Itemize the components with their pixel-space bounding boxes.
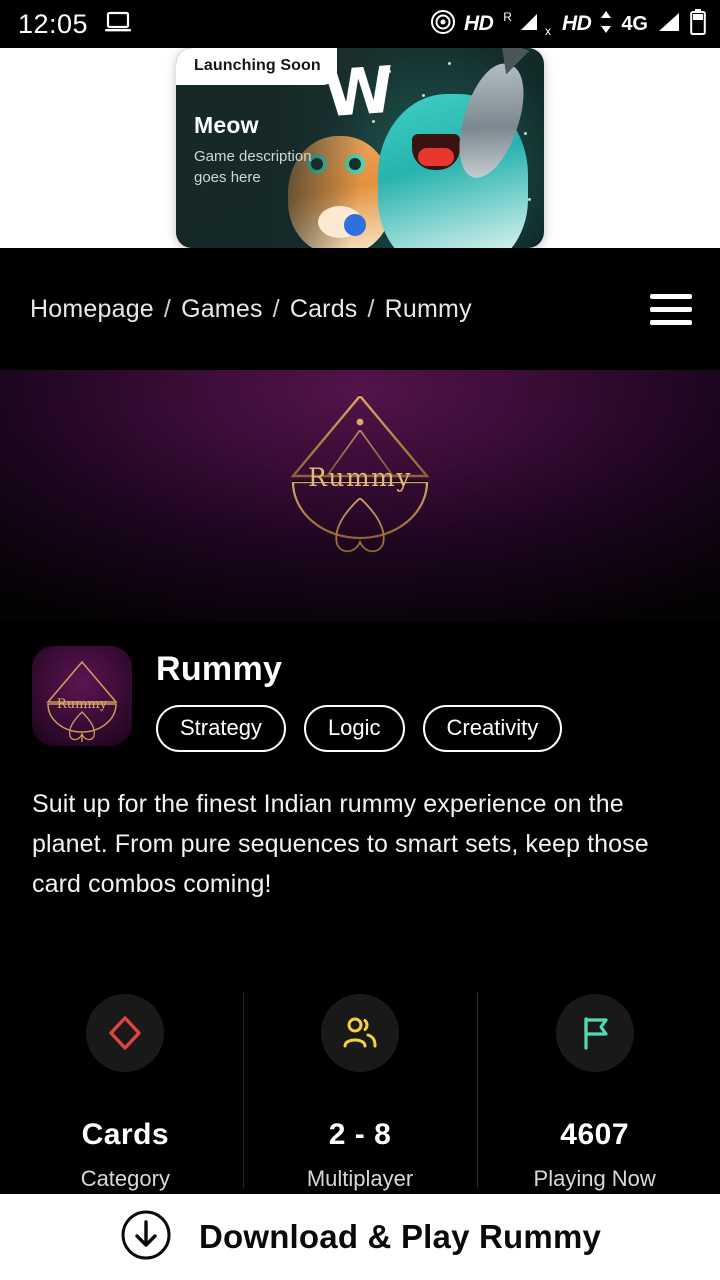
- app-icon: Rummy: [32, 646, 132, 746]
- app-description: Suit up for the finest Indian rummy expe…: [32, 790, 649, 898]
- signal-off-x: x: [544, 24, 551, 38]
- status-bar: 12:05 HD R x HD 4G: [0, 0, 720, 48]
- users-icon: [321, 994, 399, 1072]
- stat-category-label: Category: [80, 1166, 170, 1191]
- hd-icon-2: HD: [561, 12, 592, 35]
- blue-ball-illustration: [344, 214, 366, 236]
- breadcrumb-separator: /: [272, 294, 280, 323]
- signal-icon: [656, 11, 682, 38]
- download-circle-icon: [119, 1208, 173, 1267]
- svg-text:Rummy: Rummy: [57, 697, 108, 712]
- breadcrumb: Homepage / Games / Cards / Rummy: [30, 295, 472, 324]
- hero-banner: Rummy: [0, 370, 720, 622]
- tag-list: Strategy Logic Creativity: [156, 705, 563, 752]
- roaming-indicator: R: [503, 10, 512, 24]
- rummy-spade-logo: Rummy: [290, 394, 430, 564]
- laptop-icon: [104, 10, 132, 39]
- status-bar-right: HD R x HD 4G: [430, 8, 706, 40]
- signal-off-icon: [518, 11, 540, 38]
- download-play-label: Download & Play Rummy: [198, 1218, 602, 1255]
- promo-title: Meow: [194, 112, 259, 138]
- breadcrumb-item-homepage[interactable]: Homepage: [30, 295, 154, 324]
- page-title: Rummy: [156, 650, 283, 688]
- breadcrumb-item-cards[interactable]: Cards: [290, 295, 358, 324]
- data-arrows-icon: [599, 10, 613, 39]
- app-icon-spade-logo: Rummy: [46, 660, 118, 742]
- battery-icon: [690, 8, 706, 40]
- hd-icon-1: HD: [463, 12, 494, 35]
- breadcrumb-separator: /: [367, 294, 375, 323]
- breadcrumb-item-games[interactable]: Games: [181, 295, 263, 324]
- stats-row: Cards Category 2 - 8 Multiplayer 4607 Pl…: [0, 986, 720, 1192]
- promo-banner-strip: W Launching Soon Meow Game description g…: [0, 48, 720, 248]
- status-bar-left: 12:05: [18, 9, 132, 40]
- promo-card[interactable]: W Launching Soon Meow Game description g…: [176, 48, 544, 248]
- stat-multiplayer: 2 - 8 Multiplayer: [242, 986, 478, 1192]
- stat-playing-now-value: 4607: [560, 1118, 630, 1151]
- tag-logic[interactable]: Logic: [303, 705, 405, 752]
- breadcrumb-bar: Homepage / Games / Cards / Rummy: [0, 248, 720, 370]
- promo-description: Game description goes here: [194, 148, 312, 186]
- launching-soon-badge: Launching Soon: [176, 48, 337, 85]
- stat-playing-now: 4607 Playing Now: [477, 986, 712, 1192]
- stat-multiplayer-value: 2 - 8: [328, 1118, 392, 1151]
- network-type-label: 4G: [621, 12, 648, 35]
- stat-category: Cards Category: [8, 986, 243, 1192]
- flag-icon: [555, 994, 634, 1072]
- stat-category-value: Cards: [81, 1118, 170, 1151]
- diamond-suit-icon: [86, 994, 165, 1072]
- status-bar-clock: 12:05: [18, 8, 89, 39]
- svg-text:Rummy: Rummy: [308, 463, 412, 492]
- nfc-icon: [430, 9, 456, 40]
- app-meta: Rummy Strategy Logic Creativity: [156, 646, 563, 752]
- stat-playing-now-label: Playing Now: [533, 1166, 656, 1191]
- stat-multiplayer-label: Multiplayer: [306, 1166, 414, 1191]
- tag-creativity[interactable]: Creativity: [422, 705, 563, 752]
- hamburger-icon[interactable]: [650, 293, 692, 325]
- download-play-button[interactable]: Download & Play Rummy: [0, 1194, 720, 1280]
- breadcrumb-separator: /: [163, 294, 172, 323]
- app-header: Rummy Rummy Strategy Logic Creativity: [0, 622, 720, 752]
- breadcrumb-item-rummy[interactable]: Rummy: [385, 295, 472, 324]
- tag-strategy[interactable]: Strategy: [156, 705, 286, 752]
